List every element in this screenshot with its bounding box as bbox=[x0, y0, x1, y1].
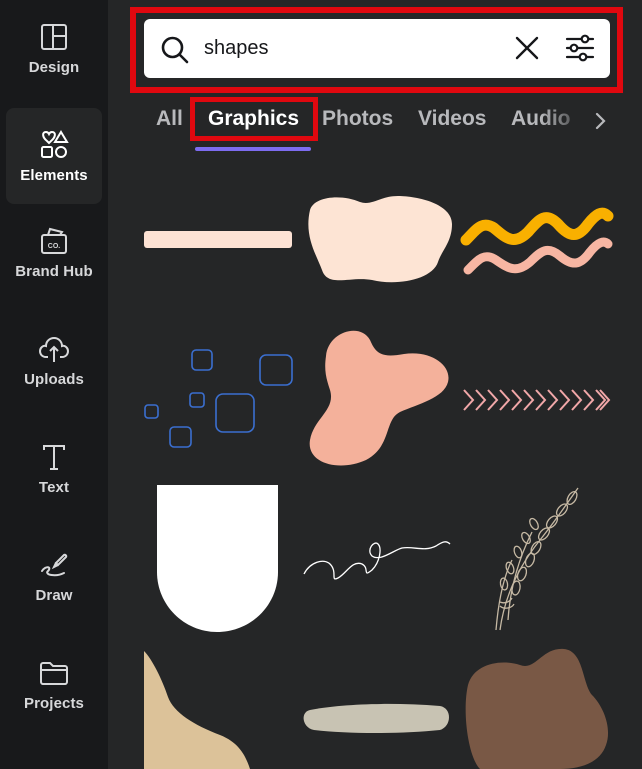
sidebar-item-elements[interactable]: Elements bbox=[6, 108, 102, 204]
tab-photos[interactable]: Photos bbox=[322, 107, 393, 131]
tab-highlight-box bbox=[190, 97, 318, 141]
result-peach-rounded-bar[interactable] bbox=[140, 190, 296, 290]
chevron-right-icon[interactable] bbox=[588, 108, 612, 134]
result-beige-corner-shape[interactable] bbox=[140, 645, 296, 769]
sidebar-item-uploads[interactable]: Uploads bbox=[6, 312, 102, 408]
sidebar-item-design[interactable]: Design bbox=[6, 0, 102, 96]
tab-overflow-fade bbox=[540, 100, 590, 140]
result-white-arch-shape[interactable] bbox=[140, 480, 296, 640]
text-icon bbox=[43, 444, 65, 470]
active-tab-indicator bbox=[195, 147, 311, 151]
filter-sliders-icon[interactable] bbox=[564, 32, 596, 64]
sidebar-item-label: Projects bbox=[24, 694, 84, 712]
result-blue-outline-squares[interactable] bbox=[140, 330, 296, 470]
tab-videos[interactable]: Videos bbox=[418, 107, 486, 131]
sidebar-item-label: Design bbox=[28, 58, 80, 76]
result-brown-organic-blob[interactable] bbox=[460, 645, 616, 769]
sidebar-item-label: Elements bbox=[20, 166, 88, 184]
result-cream-blob[interactable] bbox=[300, 190, 456, 290]
sidebar-item-label: Draw bbox=[35, 586, 73, 604]
sidebar-item-label: Uploads bbox=[24, 370, 84, 388]
layout-icon bbox=[41, 23, 67, 50]
search-input[interactable] bbox=[204, 31, 504, 65]
search-icon bbox=[161, 36, 189, 64]
elements-panel: Design Elements CO. Brand Hub Uploads Te… bbox=[0, 0, 642, 769]
brand-hub-icon: CO. bbox=[41, 227, 67, 254]
result-orange-pink-squiggles[interactable] bbox=[460, 190, 616, 290]
sidebar-item-draw[interactable]: Draw bbox=[6, 528, 102, 624]
elements-icon bbox=[41, 129, 69, 158]
svg-text:CO.: CO. bbox=[48, 243, 61, 250]
sidebar-item-label: Text bbox=[38, 478, 70, 496]
result-gray-brush-stroke[interactable] bbox=[300, 690, 456, 750]
draw-icon bbox=[41, 553, 68, 576]
tab-all[interactable]: All bbox=[156, 107, 183, 131]
sidebar-item-brand-hub[interactable]: CO. Brand Hub bbox=[6, 204, 102, 300]
search-bar[interactable] bbox=[144, 19, 610, 78]
result-white-line-scribble[interactable] bbox=[300, 490, 456, 630]
close-icon[interactable] bbox=[514, 35, 540, 61]
result-lavender-sprig-illustration[interactable] bbox=[460, 480, 616, 640]
sidebar: Design Elements CO. Brand Hub Uploads Te… bbox=[0, 0, 108, 769]
result-pink-chevron-arrows[interactable] bbox=[460, 330, 616, 470]
sidebar-item-projects[interactable]: Projects bbox=[6, 636, 102, 732]
sidebar-item-text[interactable]: Text bbox=[6, 420, 102, 516]
folder-icon bbox=[40, 661, 68, 685]
sidebar-item-label: Brand Hub bbox=[15, 262, 93, 280]
cloud-upload-icon bbox=[38, 336, 70, 362]
result-salmon-organic-blob[interactable] bbox=[300, 320, 456, 470]
